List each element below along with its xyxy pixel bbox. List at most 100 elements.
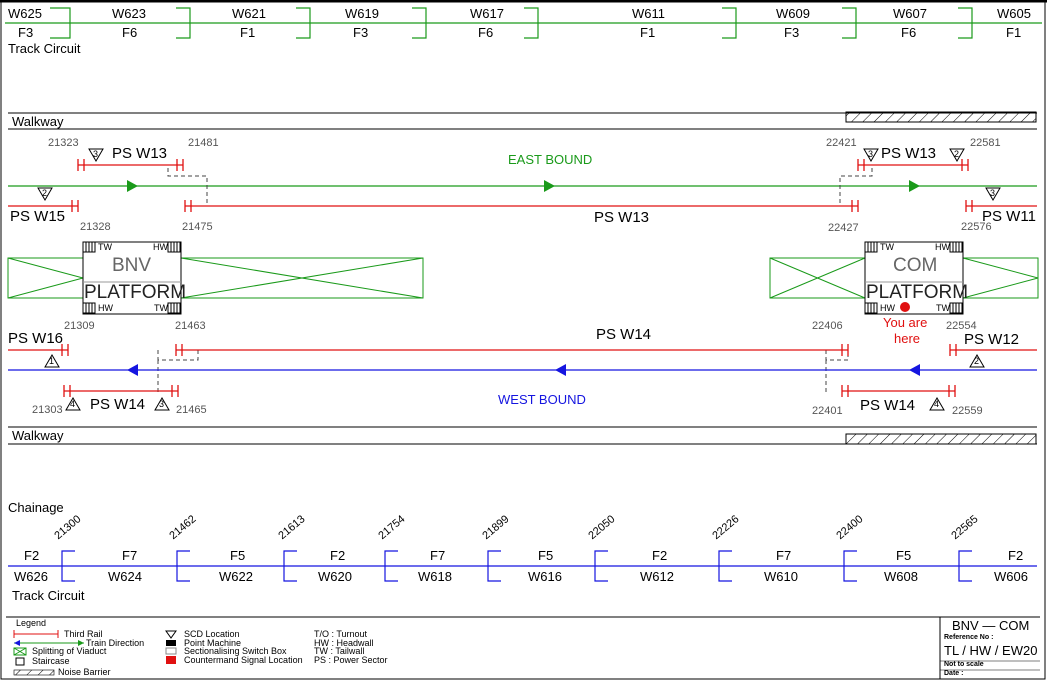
tc-bot-freq-1: F7 bbox=[122, 548, 138, 563]
com-hw-bottom: HW bbox=[880, 303, 895, 313]
ps-w14-right: PS W14 bbox=[860, 397, 916, 414]
tc-top-freq-6: F3 bbox=[784, 25, 800, 40]
tc-top-freq-7: F6 bbox=[901, 25, 917, 40]
ps-w12: PS W12 bbox=[964, 331, 1020, 348]
title-block-ref-label: Reference No : bbox=[944, 634, 994, 641]
cp-21323: 21323 bbox=[48, 137, 79, 149]
tc-top-freq-3: F3 bbox=[353, 25, 369, 40]
tc-top-freq-1: F6 bbox=[122, 25, 138, 40]
east-arrow-1 bbox=[127, 180, 138, 192]
scd-num-6: 1 bbox=[49, 356, 55, 366]
legend-countermand: Countermand Signal Location bbox=[184, 655, 303, 665]
title-block-title: BNV — COM bbox=[952, 618, 1030, 633]
com-hw-top: HW bbox=[935, 242, 950, 252]
chainage-label: Chainage bbox=[8, 500, 64, 515]
you-are-here-line2: here bbox=[894, 331, 921, 346]
tc-bot-freq-5: F5 bbox=[538, 548, 554, 563]
ps-w14-left: PS W14 bbox=[90, 396, 146, 413]
east-bound-track bbox=[8, 180, 1037, 192]
cp-22406: 22406 bbox=[812, 320, 843, 332]
walkway-label-bottom: Walkway bbox=[12, 428, 64, 443]
west-arrow-3 bbox=[909, 364, 920, 376]
cp-21465: 21465 bbox=[176, 404, 207, 416]
title-block-ref: TL / HW / EW20 bbox=[944, 643, 1038, 658]
cp-21475: 21475 bbox=[182, 221, 213, 233]
tc-top-name-8: W605 bbox=[997, 6, 1031, 21]
tc-top-freq-4: F6 bbox=[478, 25, 494, 40]
tc-bot-freq-8: F5 bbox=[896, 548, 912, 563]
ps-w13-main: PS W13 bbox=[594, 209, 650, 226]
tc-bot-name-3: W620 bbox=[318, 569, 352, 584]
east-bound-label: EAST BOUND bbox=[508, 152, 593, 167]
legend-title: Legend bbox=[16, 618, 47, 628]
scd-num-9: 4 bbox=[934, 399, 940, 409]
scd-num-10: 2 bbox=[974, 356, 980, 366]
tc-bot-name-5: W616 bbox=[528, 569, 562, 584]
noise-barrier-bottom bbox=[845, 433, 1037, 445]
top-track-circuit bbox=[5, 7, 1042, 39]
bnv-platform-area bbox=[7, 257, 424, 299]
track-circuit-label-bottom: Track Circuit bbox=[12, 588, 85, 603]
com-tw-bottom: TW bbox=[936, 303, 950, 313]
cp-22576: 22576 bbox=[961, 221, 992, 233]
ps-w15: PS W15 bbox=[10, 208, 66, 225]
walkway-top bbox=[8, 111, 1037, 130]
scd-num-7: 4 bbox=[70, 399, 76, 409]
tc-bot-freq-7: F7 bbox=[776, 548, 792, 563]
tc-top-name-5: W611 bbox=[632, 6, 665, 21]
tc-bot-name-6: W612 bbox=[640, 569, 674, 584]
tc-bot-name-4: W618 bbox=[418, 569, 452, 584]
scd-num-2: 2 bbox=[42, 188, 48, 198]
legend-splitting: Splitting of Viaduct bbox=[32, 646, 107, 656]
west-bound-track bbox=[8, 364, 1037, 376]
tc-bot-freq-4: F7 bbox=[430, 548, 446, 563]
tc-bot-name-8: W608 bbox=[884, 569, 918, 584]
cp-22401: 22401 bbox=[812, 405, 843, 417]
scd-num-4: 2 bbox=[954, 149, 960, 159]
tc-bot-name-2: W622 bbox=[219, 569, 253, 584]
tc-bot-name-1: W624 bbox=[108, 569, 142, 584]
tc-top-name-4: W617 bbox=[470, 6, 504, 21]
east-arrow-2 bbox=[544, 180, 555, 192]
ps-w13-right: PS W13 bbox=[881, 145, 937, 162]
tc-bot-name-9: W606 bbox=[994, 569, 1028, 584]
tc-bot-freq-2: F5 bbox=[230, 548, 246, 563]
track-circuit-label-top: Track Circuit bbox=[8, 41, 81, 56]
east-arrow-3 bbox=[909, 180, 920, 192]
west-arrow-1 bbox=[127, 364, 138, 376]
scd-num-5: 3 bbox=[990, 188, 996, 198]
legend-staircase: Staircase bbox=[32, 656, 70, 666]
you-are-here-line1: You are bbox=[883, 315, 928, 330]
tc-top-name-0: W625 bbox=[8, 6, 42, 21]
bnv-platform-label: PLATFORM bbox=[84, 282, 187, 303]
tc-bot-freq-0: F2 bbox=[24, 548, 40, 563]
title-block-date: Date : bbox=[944, 670, 964, 677]
cp-21328: 21328 bbox=[80, 221, 111, 233]
cp-22554: 22554 bbox=[946, 320, 977, 332]
tc-top-name-7: W607 bbox=[893, 6, 927, 21]
noise-barrier-top bbox=[845, 111, 1037, 123]
tc-bot-name-0: W626 bbox=[14, 569, 48, 584]
walkway-bottom bbox=[8, 426, 1037, 445]
cp-22559: 22559 bbox=[952, 405, 983, 417]
bnv-tw-top: TW bbox=[98, 242, 112, 252]
tc-top-freq-0: F3 bbox=[18, 25, 34, 40]
tc-top-freq-2: F1 bbox=[240, 25, 256, 40]
title-block-scale: Not to scale bbox=[944, 661, 984, 668]
bottom-track-circuit bbox=[8, 550, 1037, 582]
tc-bot-freq-3: F2 bbox=[330, 548, 346, 563]
scd-num-3: 3 bbox=[868, 149, 874, 159]
com-platform-label: PLATFORM bbox=[866, 282, 969, 303]
tc-top-name-1: W623 bbox=[112, 6, 146, 21]
cp-21481: 21481 bbox=[188, 137, 219, 149]
cp-21463: 21463 bbox=[175, 320, 206, 332]
west-arrow-2 bbox=[555, 364, 566, 376]
cp-22421: 22421 bbox=[826, 137, 857, 149]
tc-top-freq-5: F1 bbox=[640, 25, 656, 40]
scd-num-8: 3 bbox=[159, 399, 165, 409]
cp-21303: 21303 bbox=[32, 404, 63, 416]
tc-bot-name-7: W610 bbox=[764, 569, 798, 584]
tc-top-freq-8: F1 bbox=[1006, 25, 1022, 40]
cp-22427: 22427 bbox=[828, 222, 859, 234]
ps-w13-left: PS W13 bbox=[112, 145, 168, 162]
